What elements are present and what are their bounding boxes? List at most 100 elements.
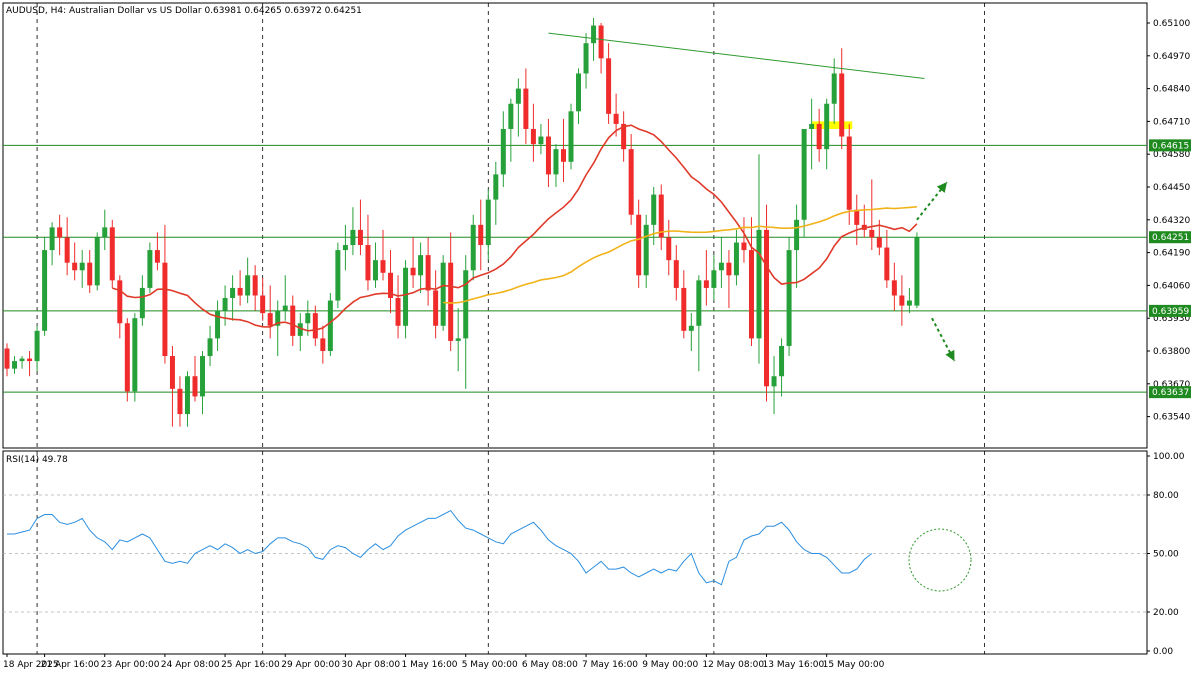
price-tick-label-10: 0.63800: [1153, 347, 1190, 357]
candle-97: [733, 229, 739, 286]
candle-85: [643, 214, 649, 288]
candle-body: [666, 237, 672, 261]
candle-body: [809, 123, 815, 129]
candle-body: [733, 242, 739, 276]
candle-24: [184, 371, 190, 427]
candle-body: [132, 318, 138, 392]
candle-body: [696, 280, 702, 326]
candle-6: [49, 222, 55, 266]
candle-body: [290, 305, 296, 336]
candle-28: [215, 300, 221, 351]
candle-body: [606, 58, 612, 114]
candle-body: [831, 73, 837, 104]
level-label-text: 0.63637: [1152, 388, 1189, 398]
candle-62: [470, 214, 476, 281]
candle-body: [433, 290, 439, 326]
time-tick-label-14: 15 May 00:00: [823, 660, 885, 670]
candle-49: [372, 242, 378, 288]
price-tick-label-7: 0.64190: [1153, 249, 1190, 259]
candle-body: [215, 310, 221, 339]
level-label-0: 0.64615: [1149, 139, 1191, 152]
candle-body: [628, 149, 634, 215]
candle-body: [49, 227, 55, 251]
level-labels: 0.64615 0.64251 0.63959 0.63637: [1149, 139, 1191, 399]
candle-body: [320, 338, 326, 351]
candle-29: [222, 285, 228, 326]
candle-14: [109, 219, 115, 288]
price-chart[interactable]: 0.65100 0.64970 0.64840 0.64710 0.64580 0.644…: [0, 0, 1200, 675]
candle-46: [350, 207, 356, 256]
candle-body: [651, 194, 657, 225]
candle-body: [230, 287, 236, 299]
candle-3: [27, 351, 33, 377]
candle-119: [899, 275, 905, 326]
candle-body: [470, 224, 476, 271]
candle-67: [508, 98, 514, 162]
candle-71: [538, 123, 544, 155]
candle-55: [418, 242, 424, 293]
candle-body: [794, 219, 800, 251]
price-tick-label-12: 0.63540: [1153, 413, 1190, 423]
candle-19: [147, 242, 153, 293]
candle-99: [748, 217, 754, 346]
rsi-tick-label-3: 20.00: [1153, 608, 1179, 618]
candle-61: [463, 255, 469, 389]
candles-layer[interactable]: [4, 17, 920, 427]
candle-120: [906, 287, 912, 314]
level-label-2: 0.63959: [1149, 304, 1191, 317]
candle-body: [169, 356, 175, 389]
candle-body: [839, 73, 845, 137]
candle-body: [410, 267, 416, 276]
candle-body: [591, 25, 597, 44]
candle-72: [545, 118, 551, 187]
candle-63: [478, 199, 484, 271]
candle-body: [154, 250, 160, 263]
arrow-head-0: [936, 181, 947, 193]
candle-75: [568, 103, 574, 170]
candle-90: [681, 270, 687, 339]
candle-38: [290, 295, 296, 346]
price-axis: 0.65100 0.64970 0.64840 0.64710 0.64580 0.644…: [1147, 19, 1190, 657]
ma-slow-line: [443, 206, 917, 304]
candle-body: [493, 174, 499, 200]
candle-body: [252, 275, 258, 296]
candle-body: [515, 88, 521, 104]
candle-93: [703, 250, 709, 306]
candle-body: [267, 313, 273, 326]
price-tick-label-0: 0.65100: [1153, 19, 1190, 29]
candle-body: [726, 262, 732, 276]
candle-66: [500, 111, 506, 187]
candle-83: [628, 134, 634, 225]
candle-body: [207, 338, 213, 357]
candle-92: [696, 275, 702, 372]
candle-body: [891, 280, 897, 296]
candle-21: [162, 224, 168, 364]
candle-body: [72, 262, 78, 271]
candle-body: [222, 298, 228, 311]
candle-52: [395, 275, 401, 339]
candle-body: [673, 260, 679, 288]
candle-body: [463, 270, 469, 339]
candle-body: [380, 260, 386, 273]
candle-94: [711, 255, 717, 301]
candle-body: [560, 149, 566, 162]
candle-body: [342, 245, 348, 251]
candle-body: [448, 262, 454, 341]
candle-37: [282, 275, 288, 321]
candle-9: [72, 242, 78, 281]
candle-body: [327, 300, 333, 351]
candle-117: [884, 229, 890, 288]
price-tick-label-8: 0.64060: [1153, 281, 1190, 291]
candle-body: [403, 267, 409, 326]
candle-20: [154, 232, 160, 271]
rsi-layer: [3, 494, 1147, 613]
candle-102: [771, 356, 777, 415]
candle-73: [553, 144, 559, 187]
candle-body: [245, 275, 251, 296]
rsi-circle-highlight: [908, 528, 972, 592]
candle-59: [448, 232, 454, 351]
candle-body: [523, 88, 529, 129]
level-label-text: 0.63959: [1152, 307, 1189, 317]
candle-79: [598, 23, 604, 74]
candle-body: [425, 255, 431, 291]
